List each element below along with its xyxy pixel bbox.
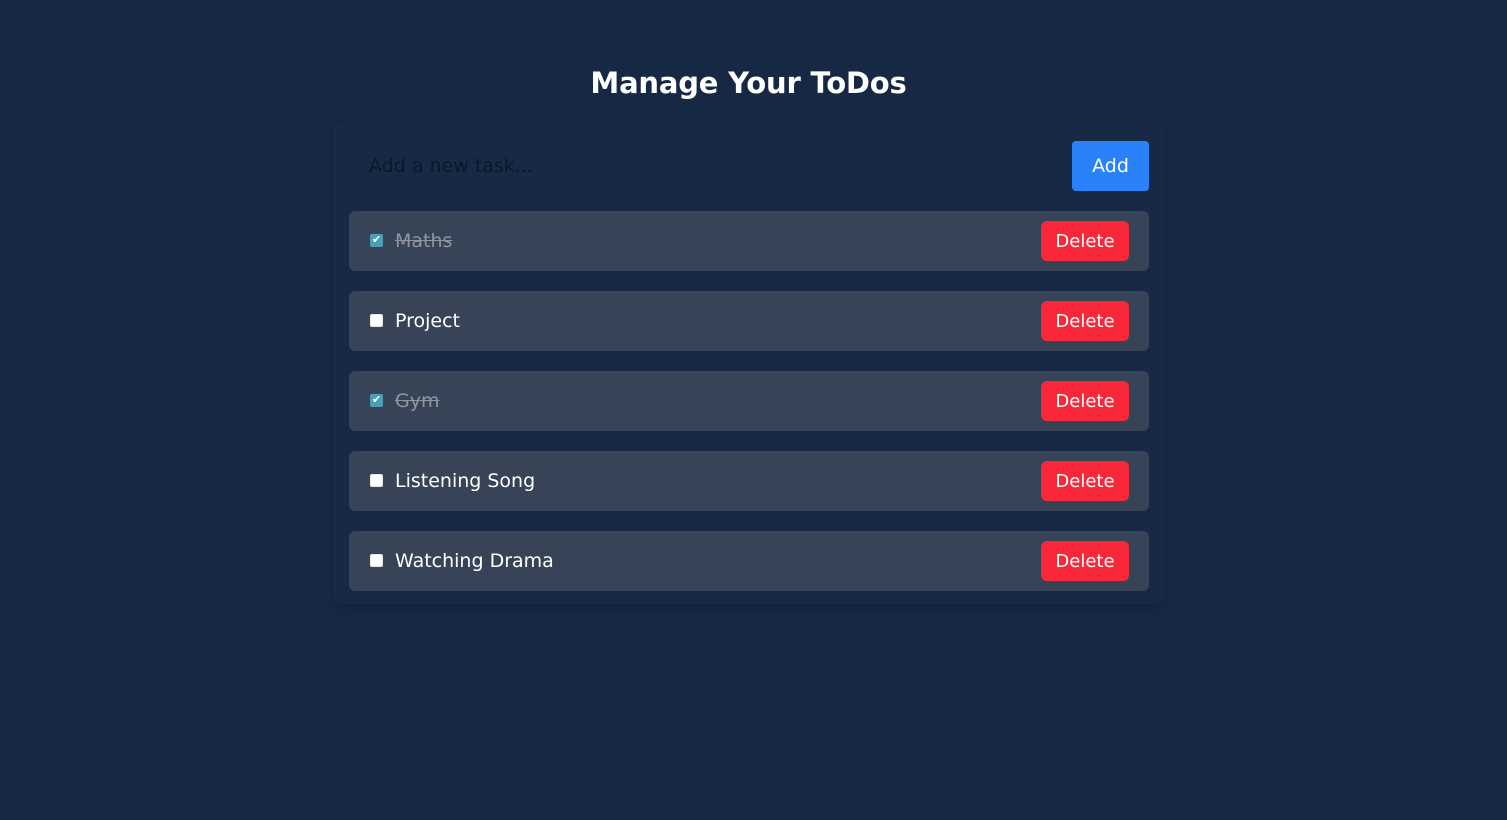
page-title: Manage Your ToDos [590, 66, 907, 100]
delete-button[interactable]: Delete [1041, 301, 1129, 341]
task-list: ✔ Maths Delete Project Delete ✔ Gym Dele… [349, 211, 1149, 611]
task-checkbox[interactable] [370, 554, 383, 567]
delete-button[interactable]: Delete [1041, 541, 1129, 581]
task-item: Listening Song Delete [349, 451, 1149, 511]
check-icon: ✔ [372, 233, 382, 246]
task-label: Listening Song [395, 470, 536, 492]
new-task-input[interactable] [349, 141, 1072, 191]
add-task-button[interactable]: Add [1072, 141, 1149, 191]
check-icon: ✔ [372, 393, 382, 406]
task-label: Project [395, 310, 461, 332]
task-checkbox[interactable] [370, 474, 383, 487]
task-checkbox[interactable]: ✔ [370, 393, 383, 407]
task-label: Maths [395, 230, 453, 252]
task-item: Watching Drama Delete [349, 531, 1149, 591]
task-checkbox[interactable] [370, 314, 383, 327]
task-item: Project Delete [349, 291, 1149, 351]
task-label: Gym [395, 390, 440, 412]
add-task-row: Add [349, 141, 1149, 191]
task-checkbox[interactable]: ✔ [370, 233, 383, 247]
delete-button[interactable]: Delete [1041, 221, 1129, 261]
delete-button[interactable]: Delete [1041, 461, 1129, 501]
task-item: ✔ Gym Delete [349, 371, 1149, 431]
task-label: Watching Drama [395, 550, 554, 572]
task-item: ✔ Maths Delete [349, 211, 1149, 271]
delete-button[interactable]: Delete [1041, 381, 1129, 421]
